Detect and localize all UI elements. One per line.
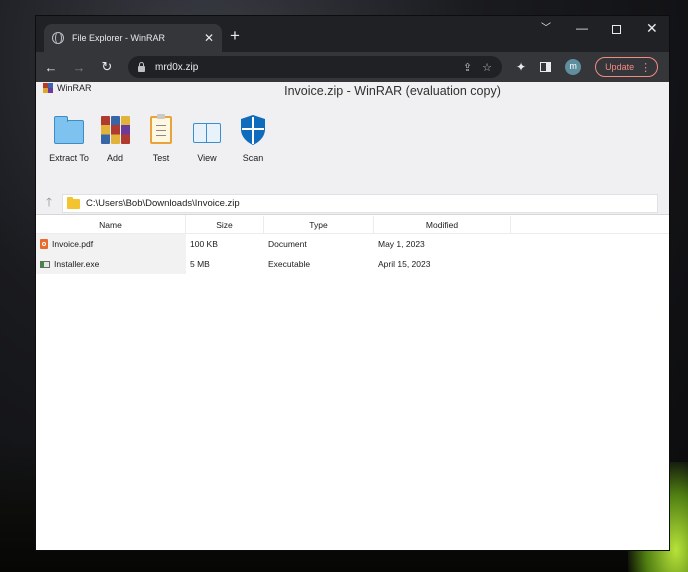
view-label: View	[197, 153, 217, 163]
new-tab-button[interactable]: +	[230, 27, 240, 44]
file-list-header: Name Size Type Modified	[36, 214, 669, 235]
side-panel-icon[interactable]	[540, 62, 552, 72]
toolbar-buttons: Extract To Add Test View Scan	[46, 114, 276, 163]
file-type: Executable	[268, 259, 311, 269]
folder-icon	[54, 116, 84, 144]
tab-search-chevron-icon[interactable]: ﹀	[541, 24, 551, 34]
file-list: Name Size Type Modified Invoice.pdf 100 …	[36, 214, 669, 274]
tab-close-icon[interactable]: ✕	[204, 32, 214, 44]
column-header-modified[interactable]: Modified	[374, 215, 511, 234]
book-icon	[193, 123, 221, 143]
browser-window: File Explorer - WinRAR ✕ + ﹀ — ✕ ← → ↻ m…	[36, 16, 669, 550]
winrar-ribbon: WinRAR Invoice.zip - WinRAR (evaluation …	[36, 82, 669, 193]
clipboard-icon	[150, 114, 172, 144]
path-bar: 🡑 C:\Users\Bob\Downloads\Invoice.zip	[36, 193, 669, 215]
folder-icon	[67, 197, 80, 209]
extract-to-label: Extract To	[49, 153, 89, 163]
menu-dots-icon: ⋮	[640, 61, 652, 74]
path-field[interactable]: C:\Users\Bob\Downloads\Invoice.zip	[62, 194, 658, 213]
test-button[interactable]: Test	[138, 114, 184, 163]
add-button[interactable]: Add	[92, 115, 138, 163]
scan-label: Scan	[242, 153, 264, 163]
file-type: Document	[268, 239, 307, 249]
file-name: Installer.exe	[54, 259, 100, 269]
path-text: C:\Users\Bob\Downloads\Invoice.zip	[86, 198, 240, 209]
address-bar[interactable]: mrd0x.zip ⇪ ☆	[128, 56, 502, 78]
browser-tab[interactable]: File Explorer - WinRAR ✕	[44, 24, 222, 52]
extract-to-button[interactable]: Extract To	[46, 115, 92, 163]
back-button[interactable]: ←	[44, 60, 58, 75]
file-modified: April 15, 2023	[378, 259, 431, 269]
column-header-size[interactable]: Size	[186, 215, 264, 234]
file-size: 5 MB	[190, 259, 210, 269]
column-header-type[interactable]: Type	[264, 215, 374, 234]
winrar-page: WinRAR Invoice.zip - WinRAR (evaluation …	[36, 82, 669, 550]
file-row[interactable]: Installer.exe 5 MB Executable April 15, …	[36, 254, 669, 274]
tab-strip: File Explorer - WinRAR ✕ + ﹀ — ✕	[36, 16, 669, 52]
reload-button[interactable]: ↻	[100, 59, 114, 75]
bookmark-star-icon[interactable]: ☆	[482, 61, 492, 74]
browser-toolbar: ← → ↻ mrd0x.zip ⇪ ☆ ✦ m Update ⋮	[36, 52, 669, 82]
extensions-puzzle-icon[interactable]: ✦	[516, 60, 526, 74]
column-header-name[interactable]: Name	[36, 214, 186, 235]
forward-button[interactable]: →	[72, 60, 86, 75]
close-window-button[interactable]: ✕	[646, 21, 658, 35]
file-modified: May 1, 2023	[378, 239, 425, 249]
globe-icon	[52, 31, 64, 44]
update-button[interactable]: Update ⋮	[595, 57, 659, 77]
tab-title: File Explorer - WinRAR	[72, 33, 166, 43]
pdf-icon	[40, 239, 48, 249]
share-icon[interactable]: ⇪	[463, 61, 472, 74]
file-row[interactable]: Invoice.pdf 100 KB Document May 1, 2023	[36, 234, 669, 254]
up-folder-button[interactable]: 🡑	[36, 193, 62, 214]
profile-avatar[interactable]: m	[565, 59, 582, 75]
file-size: 100 KB	[190, 239, 218, 249]
scan-button[interactable]: Scan	[230, 115, 276, 163]
view-button[interactable]: View	[184, 115, 230, 163]
file-name: Invoice.pdf	[52, 239, 94, 249]
shield-icon	[239, 114, 267, 146]
books-icon	[100, 116, 130, 144]
update-label: Update	[605, 62, 635, 72]
minimize-button[interactable]: —	[576, 22, 588, 34]
lock-icon[interactable]	[138, 61, 145, 72]
maximize-button[interactable]	[612, 25, 621, 34]
add-label: Add	[106, 153, 123, 163]
file-name-cell: Installer.exe	[36, 254, 186, 274]
address-url[interactable]: mrd0x.zip	[155, 62, 198, 73]
test-label: Test	[152, 153, 170, 163]
window-title: Invoice.zip - WinRAR (evaluation copy)	[284, 84, 501, 98]
file-name-cell: Invoice.pdf	[36, 234, 186, 254]
exe-icon	[40, 260, 50, 268]
